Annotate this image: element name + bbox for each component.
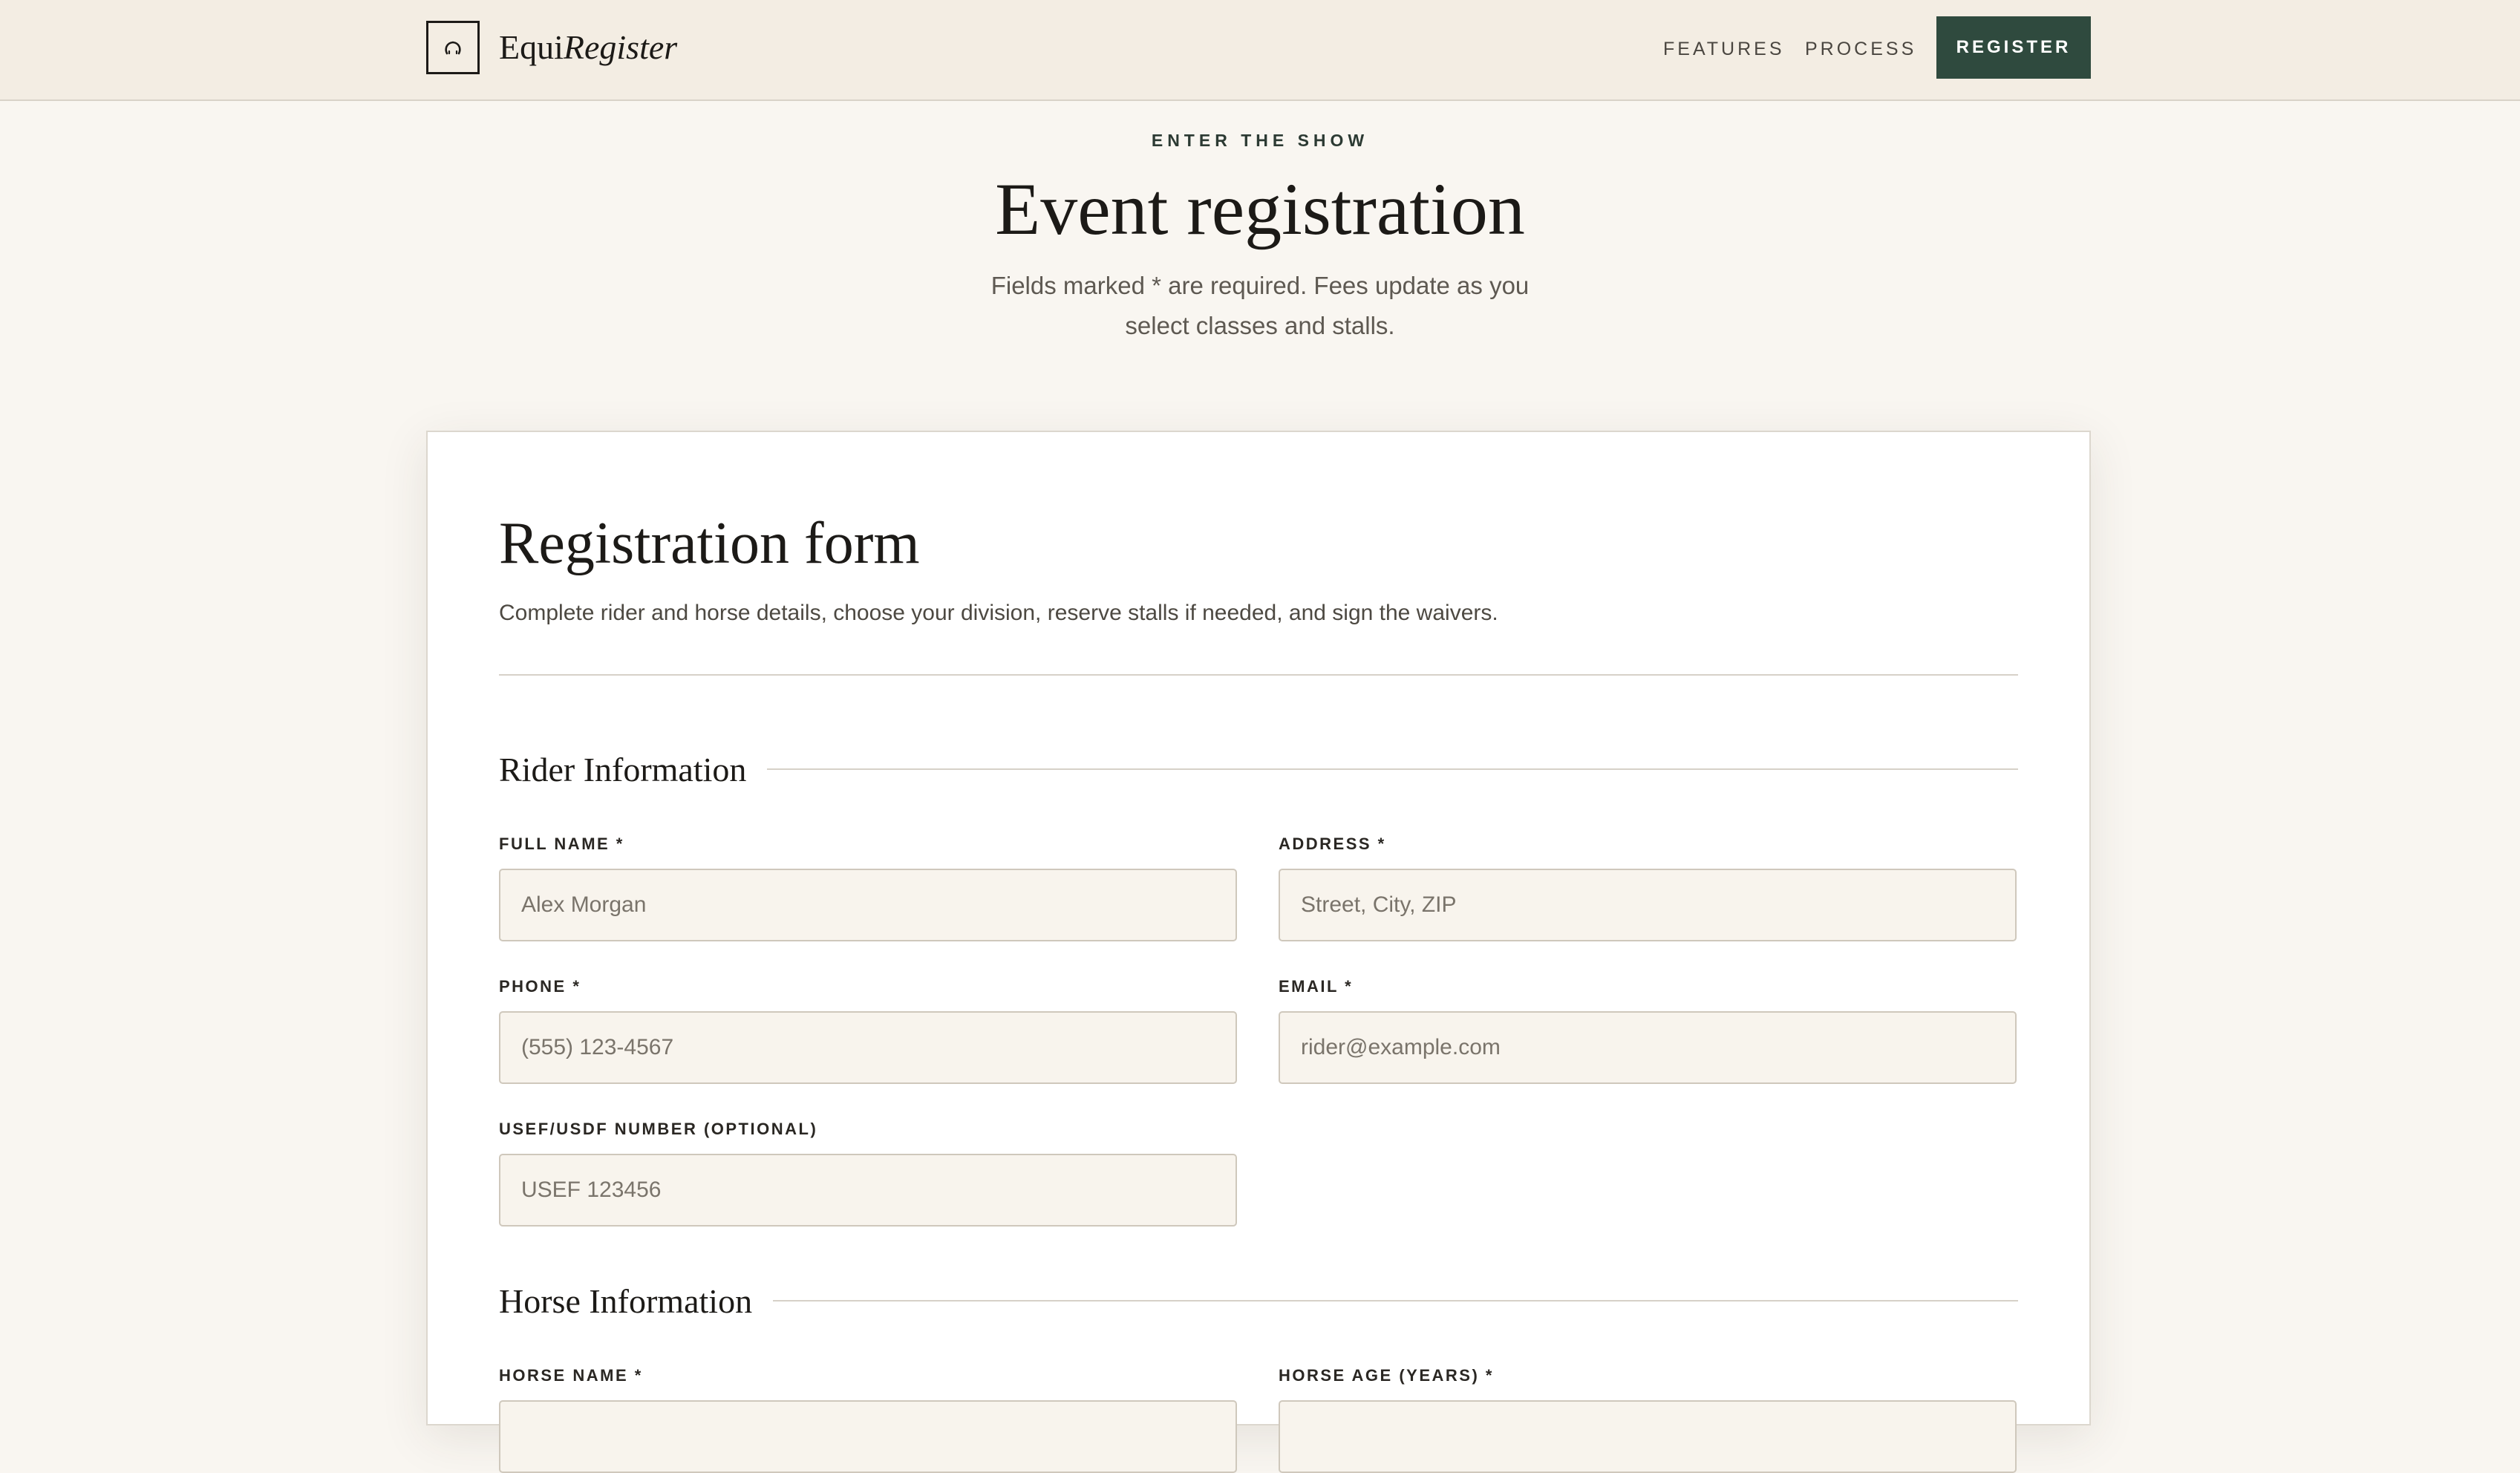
brand-plain: Equi: [499, 28, 564, 66]
form-description: Complete rider and horse details, choose…: [499, 601, 1498, 625]
phone-label: PHONE *: [499, 977, 581, 996]
email-label: EMAIL *: [1279, 977, 1354, 996]
usef-number-label: USEF/USDF NUMBER (OPTIONAL): [499, 1120, 818, 1138]
section-title-horse: Horse Information: [499, 1281, 753, 1320]
full-name-input[interactable]: [499, 869, 1237, 941]
register-button[interactable]: REGISTER: [1936, 16, 2091, 79]
nav-link-process[interactable]: PROCESS: [1805, 34, 1916, 64]
hero-eyebrow: ENTER THE SHOW: [1151, 131, 1369, 150]
nav-link-features[interactable]: FEATURES: [1663, 34, 1785, 64]
phone-input[interactable]: [499, 1011, 1237, 1084]
hero-subtitle: Fields marked * are required. Fees updat…: [990, 272, 1530, 339]
logo-mark[interactable]: [426, 21, 480, 74]
form-divider: [499, 674, 2018, 676]
section-header-horse: Horse Information: [499, 1278, 2018, 1323]
form-title: Registration form: [499, 511, 920, 576]
section-rule: [767, 768, 2018, 770]
horse-name-input[interactable]: [499, 1400, 1237, 1473]
section-rule: [773, 1300, 2018, 1301]
email-input[interactable]: [1279, 1011, 2017, 1084]
horse-name-label: HORSE NAME *: [499, 1366, 643, 1385]
full-name-label: FULL NAME *: [499, 835, 624, 853]
page-title: Event registration: [995, 168, 1525, 250]
brand-wordmark[interactable]: EquiRegister: [499, 24, 677, 71]
address-input[interactable]: [1279, 869, 2017, 941]
horse-age-label: HORSE AGE (YEARS) *: [1279, 1366, 1494, 1385]
section-title-rider: Rider Information: [499, 750, 747, 788]
registration-card: Registration form Complete rider and hor…: [426, 431, 2091, 1473]
brand-italic: Register: [563, 28, 678, 66]
usef-number-input[interactable]: [499, 1154, 1237, 1227]
top-navigation-bar: EquiRegister FEATURES PROCESS REGISTER: [0, 0, 2520, 101]
horseshoe-icon: [445, 41, 461, 55]
section-header-rider: Rider Information: [499, 747, 2018, 791]
horse-age-input[interactable]: [1279, 1400, 2017, 1473]
address-label: ADDRESS *: [1279, 835, 1386, 853]
